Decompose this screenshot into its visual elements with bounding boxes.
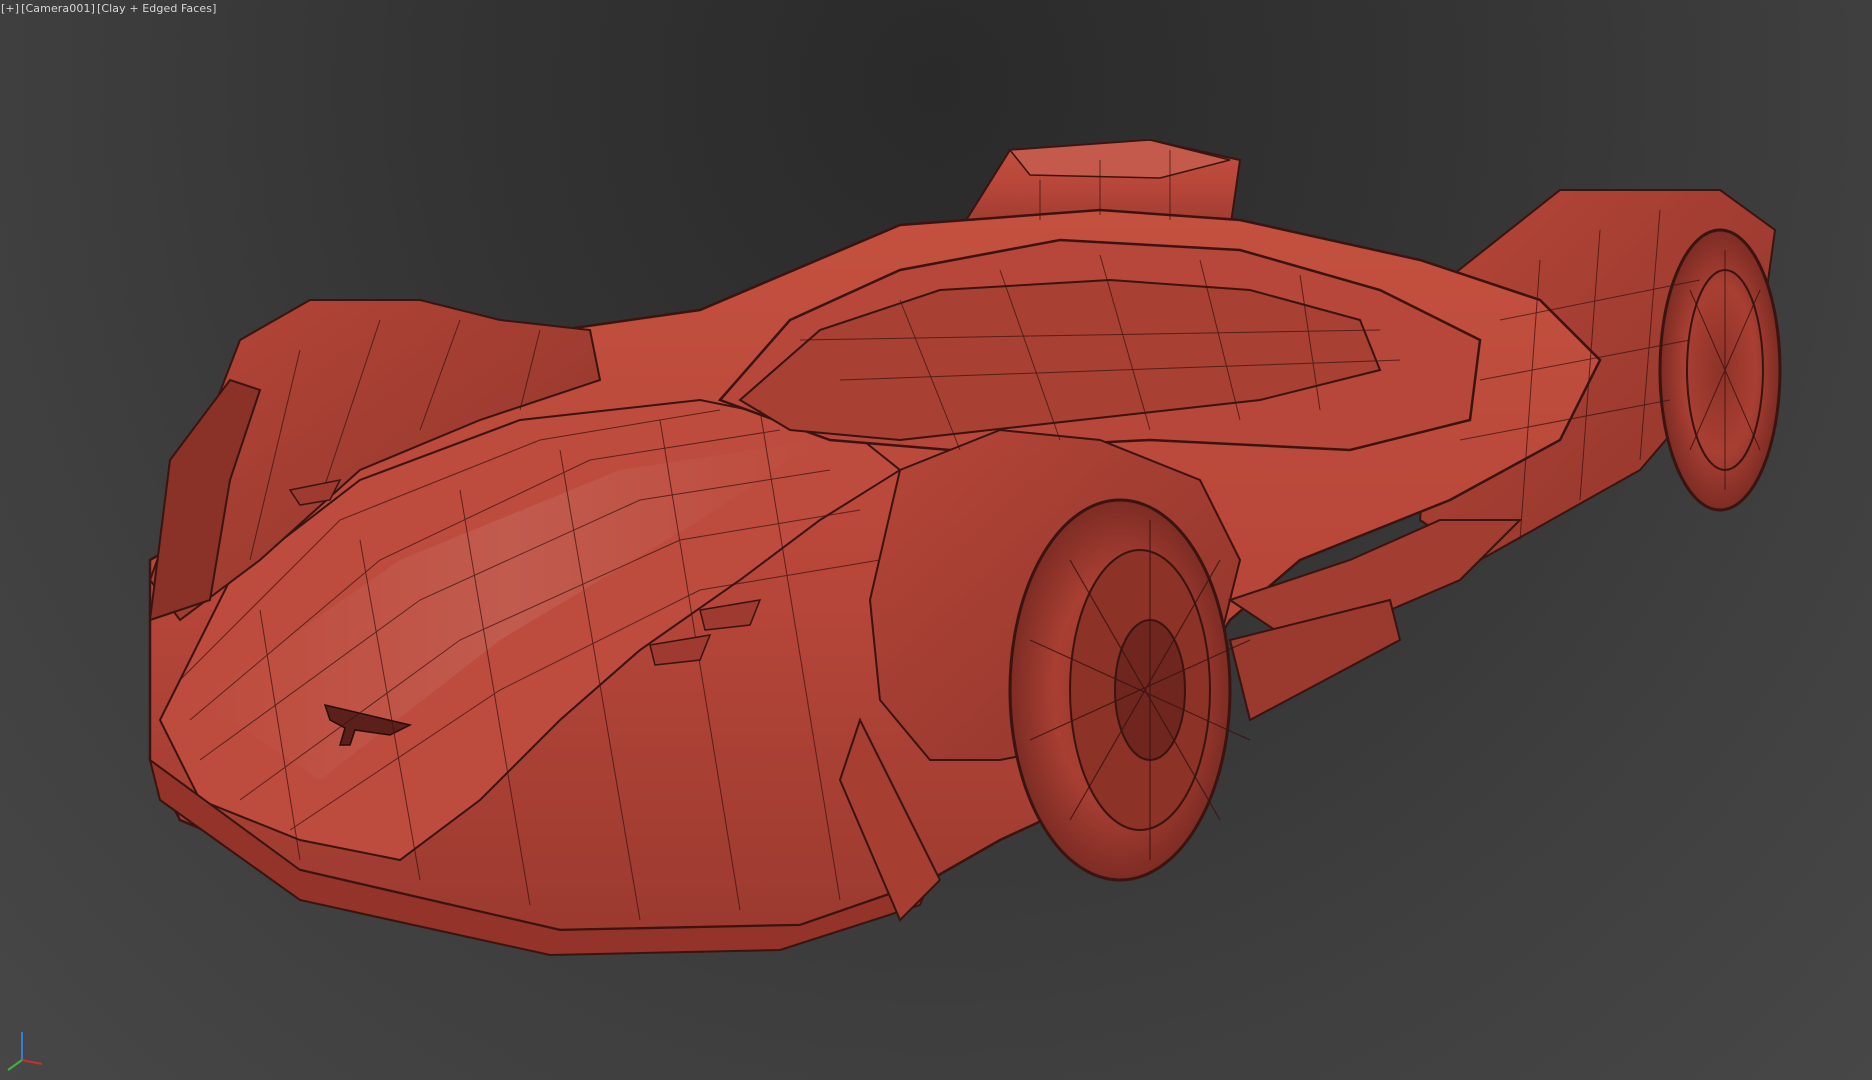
axis-gizmo-icon	[7, 1032, 43, 1071]
car-model[interactable]	[148, 138, 1782, 957]
scene-render[interactable]	[0, 0, 1872, 1080]
viewport[interactable]: [+] [Camera001] [Clay + Edged Faces]	[0, 0, 1872, 1080]
